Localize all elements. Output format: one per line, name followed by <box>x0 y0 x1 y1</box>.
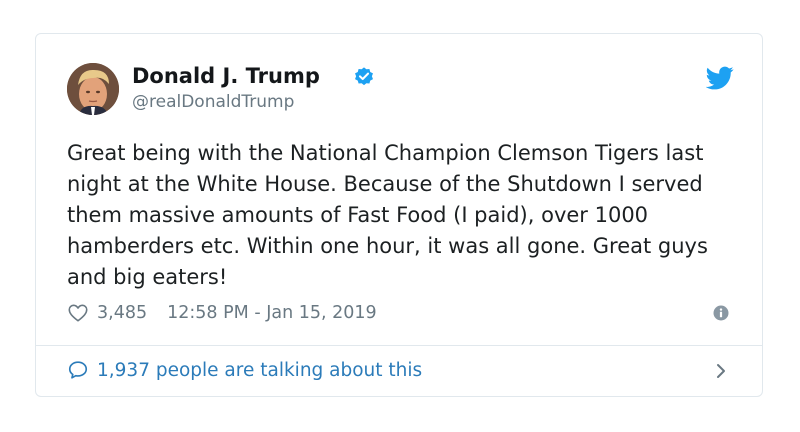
avatar-photo <box>67 63 119 115</box>
verified-badge-icon <box>355 67 373 86</box>
tweet-meta: 3,485 12:58 PM - Jan 15, 2019 <box>67 300 377 326</box>
info-icon[interactable] <box>713 305 729 321</box>
conversation-link[interactable]: 1,937 people are talking about this <box>67 357 732 383</box>
tweet-text: Great being with the National Champion C… <box>67 141 708 289</box>
talking-label: 1,937 people are talking about this <box>97 359 423 381</box>
twitter-bird-icon[interactable] <box>706 64 734 92</box>
author-handle[interactable]: @realDonaldTrump <box>132 91 294 113</box>
divider <box>36 345 762 346</box>
like-count[interactable]: 3,485 <box>97 303 147 323</box>
author-name[interactable]: Donald J. Trump <box>132 63 320 89</box>
author-avatar[interactable] <box>67 63 119 115</box>
tweet-timestamp[interactable]: 12:58 PM - Jan 15, 2019 <box>167 303 377 323</box>
speech-bubble-icon <box>68 361 88 379</box>
tweet-card: Donald J. Trump @realDonaldTrump Great b… <box>35 33 763 397</box>
heart-icon[interactable] <box>67 302 89 324</box>
chevron-right-icon[interactable] <box>714 362 728 380</box>
